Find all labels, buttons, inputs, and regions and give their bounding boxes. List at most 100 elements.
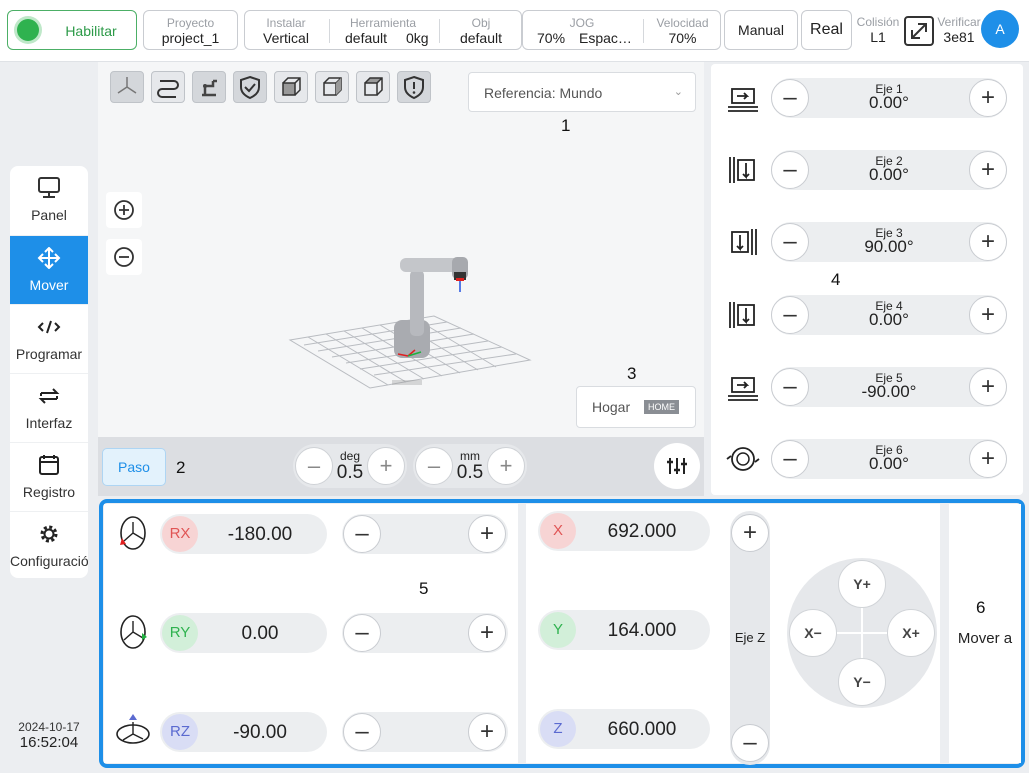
joint-4-track: – Eje 4 0.00° + xyxy=(771,295,1007,335)
manual-mode-button[interactable]: Manual xyxy=(724,10,798,50)
rx-increase-button[interactable]: + xyxy=(468,515,506,553)
rx-jog-track: – + xyxy=(342,514,508,554)
cube-top-view-icon[interactable] xyxy=(356,71,390,103)
install-label: Instalar xyxy=(266,16,306,30)
joint-1-decrease-button[interactable]: – xyxy=(771,79,809,117)
rz-decrease-button[interactable]: – xyxy=(343,713,381,751)
divider xyxy=(643,19,644,43)
reference-frame-select[interactable]: Referencia: Mundo ⌄ xyxy=(468,72,696,112)
joint-3-value: 90.00° xyxy=(864,237,914,256)
nav-item-settings[interactable]: Configuración xyxy=(10,511,88,578)
y-minus-button[interactable]: Y− xyxy=(838,658,886,706)
cube-side-view-icon[interactable] xyxy=(315,71,349,103)
calendar-icon xyxy=(10,454,88,476)
enable-button[interactable]: Habilitar xyxy=(7,10,137,50)
datetime: 2024-10-17 16:52:04 xyxy=(8,720,90,751)
x-axis-badge: X xyxy=(540,513,576,549)
user-avatar[interactable]: A xyxy=(981,10,1019,48)
joint-3-increase-button[interactable]: + xyxy=(969,223,1007,261)
rz-increase-button[interactable]: + xyxy=(468,713,506,751)
ry-increase-button[interactable]: + xyxy=(468,614,506,652)
joint-5-decrease-button[interactable]: – xyxy=(771,368,809,406)
angle-step-value[interactable]: 0.5 xyxy=(331,462,369,484)
joint-6-decrease-button[interactable]: – xyxy=(771,440,809,478)
x-plus-button[interactable]: X+ xyxy=(887,609,935,657)
axes-view-icon[interactable] xyxy=(110,71,144,103)
annotation-marker-3: 3 xyxy=(627,364,637,383)
distance-step-value[interactable]: 0.5 xyxy=(451,462,489,484)
joint-1-increase-button[interactable]: + xyxy=(969,79,1007,117)
shield-view-icon[interactable] xyxy=(233,71,267,103)
angle-step-increase-button[interactable]: + xyxy=(367,447,405,485)
tool-value: default xyxy=(345,30,388,46)
zoom-out-button[interactable] xyxy=(106,239,142,275)
collision-indicator[interactable]: Colisión L1 xyxy=(852,10,904,50)
robot-3d-viewport[interactable]: Referencia: Mundo ⌄ Hogar HOME xyxy=(98,62,704,437)
reference-frame-value: Referencia: Mundo xyxy=(484,85,603,101)
rz-value-field[interactable]: RZ -90.00 xyxy=(160,712,327,752)
joint-2-increase-button[interactable]: + xyxy=(969,151,1007,189)
distance-step-decrease-button[interactable]: – xyxy=(415,447,453,485)
ry-decrease-button[interactable]: – xyxy=(343,614,381,652)
joint-3-decrease-button[interactable]: – xyxy=(771,223,809,261)
monitor-icon xyxy=(10,177,88,199)
annotation-marker-5: 5 xyxy=(419,579,429,598)
home-button[interactable]: Hogar HOME xyxy=(576,386,696,428)
rotate-z-icon xyxy=(116,712,150,750)
step-toolbar: Paso – deg 0.5 + – mm 0.5 + xyxy=(98,437,704,496)
joint-4-decrease-button[interactable]: – xyxy=(771,296,809,334)
y-value-field[interactable]: Y 164.000 xyxy=(538,610,710,650)
real-mode-button[interactable]: Real xyxy=(801,10,852,50)
divider xyxy=(439,19,440,43)
rotation-row-rx: RX -180.00 – + xyxy=(104,504,518,564)
z-increase-button[interactable]: + xyxy=(731,514,769,552)
verify-indicator[interactable]: Verificar 3e81 xyxy=(936,10,982,50)
y-value: 164.000 xyxy=(607,620,677,641)
joint-5-increase-button[interactable]: + xyxy=(969,368,1007,406)
project-selector[interactable]: Proyecto project_1 xyxy=(143,10,238,50)
x-value-field[interactable]: X 692.000 xyxy=(538,511,710,551)
expand-icon[interactable] xyxy=(903,15,935,47)
enable-label: Habilitar xyxy=(65,23,117,39)
speed-label: Velocidad xyxy=(656,16,709,30)
rx-decrease-button[interactable]: – xyxy=(343,515,381,553)
nav-item-interface[interactable]: Interfaz xyxy=(10,373,88,442)
rotation-panel: RX -180.00 – + RY 0.00 – + RZ -90.00 – + xyxy=(104,504,518,763)
joint-4-increase-button[interactable]: + xyxy=(969,296,1007,334)
rz-axis-badge: RZ xyxy=(162,714,198,750)
joint-2-decrease-button[interactable]: – xyxy=(771,151,809,189)
nav-item-panel[interactable]: Panel xyxy=(10,166,88,235)
jog-speed-group[interactable]: JOG 70% Espac… Velocidad 70% xyxy=(522,10,721,50)
move-to-button[interactable]: Mover a xyxy=(949,504,1021,763)
zoom-in-button[interactable] xyxy=(106,192,142,228)
tool-settings-group[interactable]: Instalar Vertical Herramienta default 0k… xyxy=(244,10,522,50)
z-decrease-button[interactable]: – xyxy=(731,724,769,762)
x-minus-button[interactable]: X− xyxy=(789,609,837,657)
date-text: 2024-10-17 xyxy=(18,720,80,734)
z-value-field[interactable]: Z 660.000 xyxy=(538,709,710,749)
joint-6-increase-button[interactable]: + xyxy=(969,440,1007,478)
rotation-row-ry: RY 0.00 – + xyxy=(104,603,518,663)
angle-step-decrease-button[interactable]: – xyxy=(295,447,333,485)
rx-value-field[interactable]: RX -180.00 xyxy=(160,514,327,554)
distance-step-increase-button[interactable]: + xyxy=(487,447,525,485)
rx-axis-badge: RX xyxy=(162,516,198,552)
move-to-label: Mover a xyxy=(957,630,1013,647)
jog-settings-button[interactable] xyxy=(654,443,700,489)
joint-elbow-icon xyxy=(725,225,761,259)
shield-alert-icon[interactable] xyxy=(397,71,431,103)
z-axis-label: Eje Z xyxy=(734,630,766,645)
path-view-icon[interactable] xyxy=(151,71,185,103)
step-mode-button[interactable]: Paso xyxy=(102,448,166,486)
angle-step-stepper: – deg 0.5 + xyxy=(293,444,407,488)
joint-row-2: – Eje 2 0.00° + xyxy=(711,141,1023,201)
code-icon xyxy=(10,316,88,338)
cube-front-view-icon[interactable] xyxy=(274,71,308,103)
robot-view-icon[interactable] xyxy=(192,71,226,103)
nav-item-log[interactable]: Registro xyxy=(10,442,88,511)
ry-axis-badge: RY xyxy=(162,615,198,651)
nav-item-program[interactable]: Programar xyxy=(10,304,88,373)
ry-value-field[interactable]: RY 0.00 xyxy=(160,613,327,653)
y-plus-button[interactable]: Y+ xyxy=(838,560,886,608)
nav-item-move[interactable]: Mover xyxy=(10,235,88,304)
